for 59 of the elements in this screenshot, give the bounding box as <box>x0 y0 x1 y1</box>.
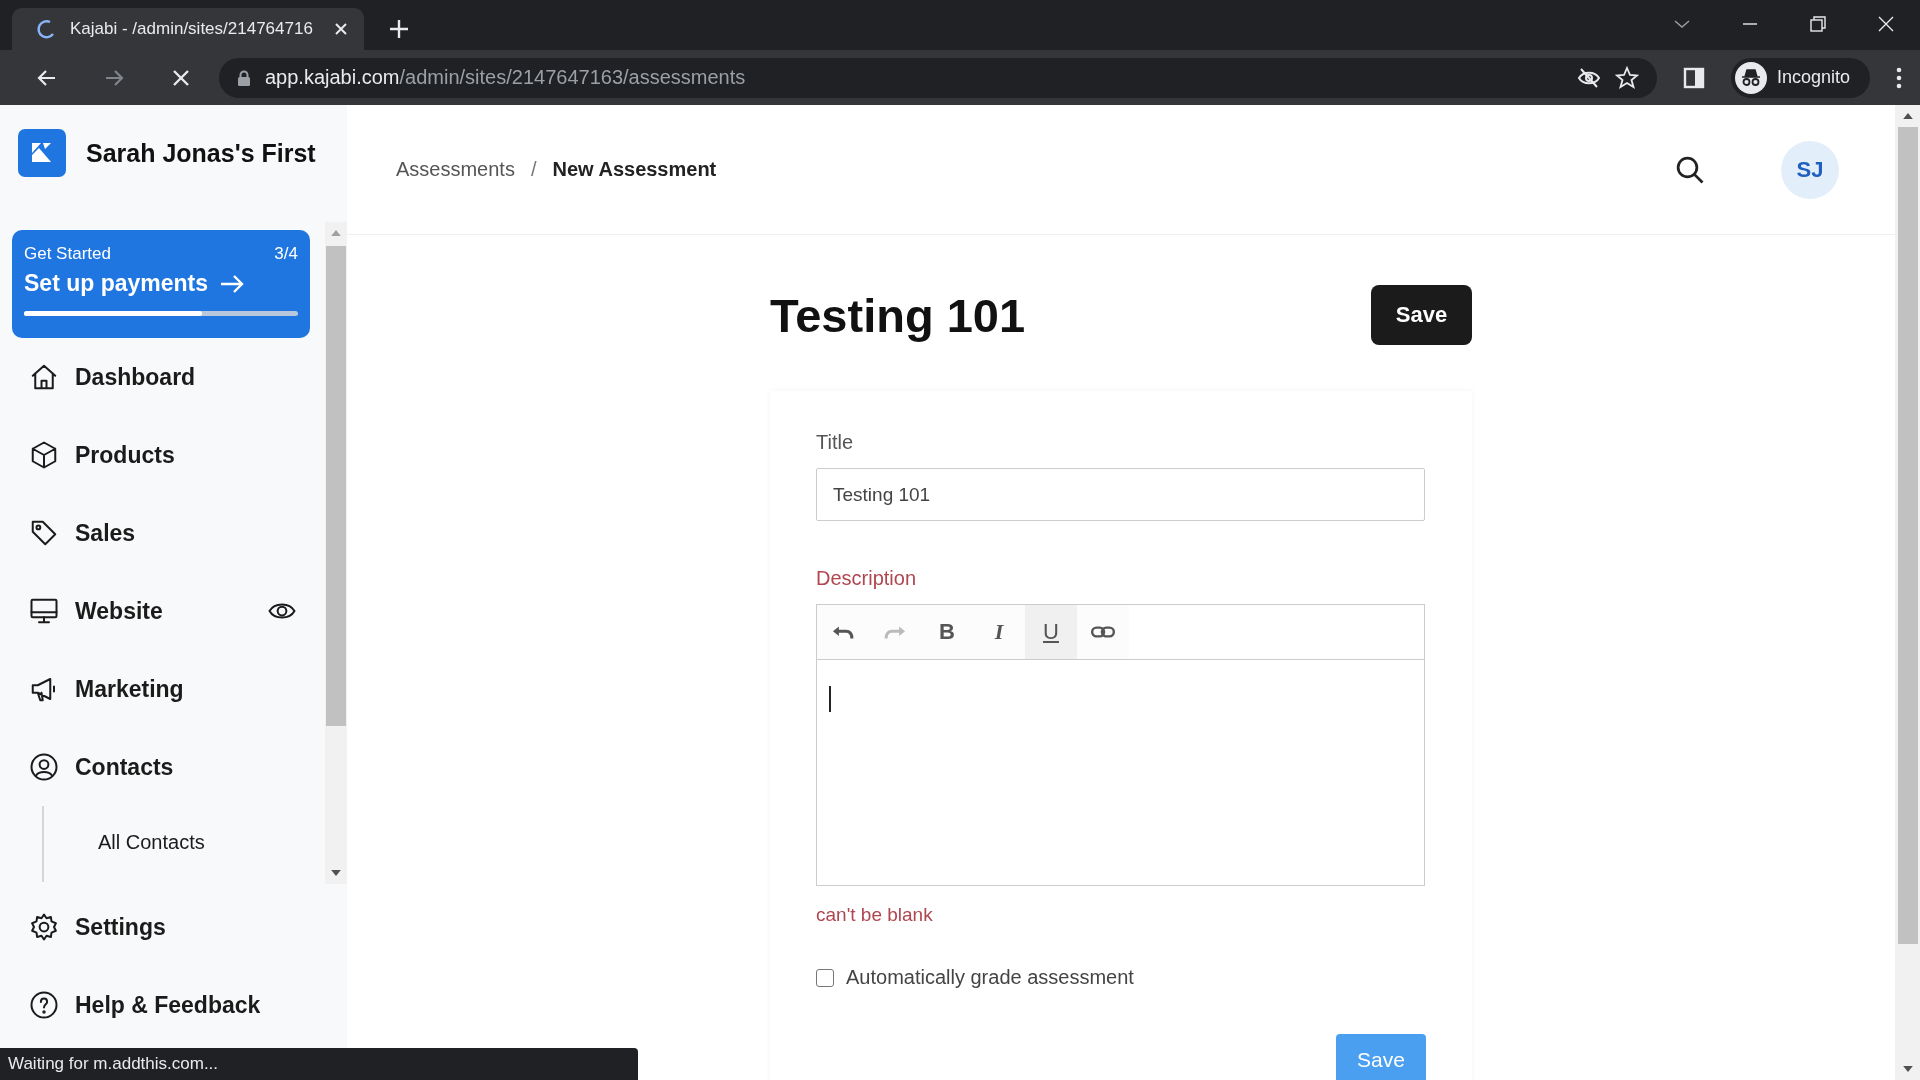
scrollbar[interactable] <box>325 222 347 884</box>
user-avatar[interactable]: SJ <box>1781 140 1839 199</box>
help-icon <box>29 990 59 1020</box>
description-editor[interactable]: B I U <box>816 604 1425 886</box>
card-label: Get Started <box>24 244 111 264</box>
get-started-card[interactable]: Get Started 3/4 Set up payments <box>12 230 310 338</box>
new-tab-icon[interactable] <box>388 18 410 40</box>
text-cursor <box>829 686 831 712</box>
sidebar-subitem[interactable]: All Contacts <box>98 830 205 854</box>
error-message: can't be blank <box>816 904 934 926</box>
checkbox[interactable] <box>816 968 834 987</box>
format-button[interactable]: U <box>1025 605 1077 659</box>
side-panel-icon[interactable] <box>1682 66 1705 89</box>
url-host: app.kajabi.com <box>265 66 400 88</box>
field-label: Title <box>816 431 855 454</box>
field-label: Description <box>816 567 918 590</box>
logo-icon[interactable] <box>18 129 66 177</box>
scroll-down-icon[interactable] <box>1902 1066 1913 1072</box>
title-input[interactable]: Testing 101 <box>816 468 1425 521</box>
undo-icon <box>832 625 854 639</box>
gear-icon <box>29 912 59 942</box>
address-bar[interactable]: app.kajabi.com/admin/sites/2147647163/assessments <box>219 57 1657 98</box>
person-circle-icon <box>29 752 59 782</box>
tag-icon <box>29 518 59 548</box>
page-title: Testing 101 <box>770 287 1026 343</box>
lock-icon <box>237 69 251 86</box>
site-name: Sarah Jonas's First <box>86 138 316 168</box>
star-icon[interactable] <box>1614 65 1639 90</box>
sidebar-item[interactable]: Marketing <box>12 650 325 728</box>
sidebar-item[interactable]: Settings <box>12 888 347 966</box>
status-bar: Waiting for m.addthis.com... <box>0 1048 638 1080</box>
arrow-right-icon <box>220 273 245 294</box>
sidebar-item[interactable]: Sales <box>12 494 325 572</box>
url-path: /admin/sites/2147647163/assessments <box>399 66 746 88</box>
monitor-icon <box>29 596 59 626</box>
browser-tab[interactable]: Kajabi - /admin/sites/214764716 <box>12 8 364 50</box>
breadcrumb-separator: / <box>530 158 537 181</box>
card-action: Set up payments <box>24 270 209 297</box>
redo-icon <box>884 625 906 639</box>
box-icon <box>29 440 59 470</box>
sidebar-item[interactable]: Website <box>12 572 325 650</box>
sidebar-item[interactable]: Dashboard <box>12 338 325 416</box>
breadcrumb-link[interactable]: Assessments <box>396 158 515 181</box>
checkbox-label[interactable]: Automatically grade assessment <box>846 966 1134 989</box>
profile-button[interactable]: Incognito <box>1730 57 1870 98</box>
loading-icon <box>36 19 56 39</box>
scroll-up-icon[interactable] <box>1902 113 1913 119</box>
sidebar-item[interactable]: Products <box>12 416 325 494</box>
menu-icon[interactable] <box>1896 66 1902 89</box>
save-button[interactable]: Save <box>1371 285 1472 345</box>
sidebar-item[interactable]: Contacts <box>12 728 325 806</box>
sidebar-item[interactable]: Help & Feedback <box>12 966 347 1044</box>
restore-icon[interactable] <box>1808 14 1828 34</box>
step-count: 3/4 <box>274 244 298 264</box>
house-icon <box>29 362 59 392</box>
close-icon[interactable] <box>1876 14 1896 34</box>
scrollbar[interactable] <box>1895 105 1920 1080</box>
search-icon[interactable] <box>1675 154 1705 185</box>
scroll-down-icon[interactable] <box>331 870 341 876</box>
